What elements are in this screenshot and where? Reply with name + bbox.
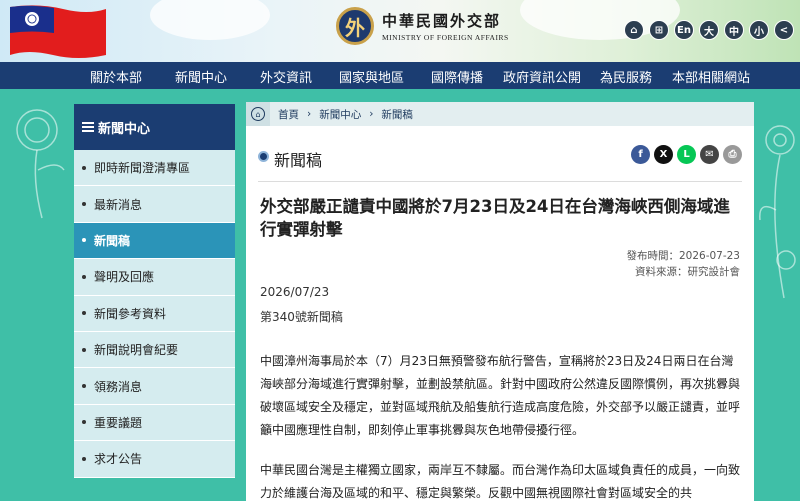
- bullet-icon: [82, 274, 86, 279]
- sidebar: 新聞中心 即時新聞澄清專區 最新消息 新聞稿 聲明及回應 新聞參考資料 新聞說明…: [74, 104, 235, 478]
- roc-flag-icon: [10, 5, 106, 58]
- site-header: 外 中華民國外交部 MINISTRY OF FOREIGN AFFAIRS ⌂ …: [0, 0, 800, 62]
- breadcrumb-news-center[interactable]: 新聞中心: [319, 107, 361, 122]
- sidebar-item-label: 求才公告: [94, 452, 143, 467]
- main-content: ⌂ 首頁 › 新聞中心 › 新聞稿 新聞稿 f X L ✉ ⎙ 外交部嚴正譴責中…: [246, 102, 754, 501]
- sidebar-item-label: 領務消息: [94, 379, 143, 394]
- breadcrumb-press-release[interactable]: 新聞稿: [381, 107, 413, 122]
- breadcrumb: ⌂ 首頁 › 新聞中心 › 新聞稿: [246, 102, 754, 126]
- sitemap-icon[interactable]: ⊞: [649, 20, 669, 40]
- bullet-icon: [82, 238, 86, 243]
- bullet-icon: [82, 456, 86, 461]
- article-headline: 外交部嚴正譴責中國將於7月23日及24日在台灣海峽西側海域進行實彈射擊: [260, 197, 730, 239]
- sidebar-item-clarification[interactable]: 即時新聞澄清專區: [74, 150, 235, 187]
- line-icon[interactable]: L: [677, 145, 696, 164]
- nav-item-about[interactable]: 關於本部: [90, 67, 142, 86]
- font-large-icon[interactable]: 大: [699, 20, 719, 40]
- font-medium-icon[interactable]: 中: [724, 20, 744, 40]
- sidebar-item-label: 重要議題: [94, 415, 143, 430]
- mofa-seal-icon: 外: [336, 7, 374, 45]
- bullet-icon: [82, 384, 86, 389]
- site-logo[interactable]: 外 中華民國外交部 MINISTRY OF FOREIGN AFFAIRS: [336, 7, 509, 45]
- x-icon[interactable]: X: [654, 145, 673, 164]
- nav-item-gov-info[interactable]: 政府資訊公開: [503, 67, 581, 86]
- sidebar-item-label: 新聞稿: [94, 233, 131, 248]
- sidebar-header: 新聞中心: [74, 104, 235, 150]
- language-icon[interactable]: En: [674, 20, 694, 40]
- main-nav: 關於本部 新聞中心 外交資訊 國家與地區 國際傳播 政府資訊公開 為民服務 本部…: [0, 62, 800, 89]
- sidebar-item-jobs[interactable]: 求才公告: [74, 441, 235, 478]
- sidebar-item-label: 新聞參考資料: [94, 306, 167, 321]
- print-icon[interactable]: ⎙: [723, 145, 742, 164]
- sidebar-item-label: 新聞說明會紀要: [94, 343, 179, 358]
- share-buttons: f X L ✉ ⎙: [631, 145, 742, 164]
- nav-item-services[interactable]: 為民服務: [600, 67, 652, 86]
- article-date: 2026/07/23: [260, 285, 330, 299]
- nav-item-broadcast[interactable]: 國際傳播: [431, 67, 483, 86]
- nav-item-countries[interactable]: 國家與地區: [339, 67, 404, 86]
- facebook-icon[interactable]: f: [631, 145, 650, 164]
- cloud-decoration: [150, 0, 270, 40]
- publish-time: 發布時間：2026-07-23: [626, 250, 740, 262]
- header-toolbar: ⌂ ⊞ En 大 中 小 <: [624, 20, 794, 40]
- nav-item-foreign-info[interactable]: 外交資訊: [260, 67, 312, 86]
- sidebar-item-consular[interactable]: 領務消息: [74, 368, 235, 405]
- press-release-number: 第340號新聞稿: [260, 310, 343, 324]
- sidebar-item-label: 最新消息: [94, 197, 143, 212]
- share-icon[interactable]: <: [774, 20, 794, 40]
- article-paragraph: 中國漳州海事局於本（7）月23日無預警發布航行警告，宣稱將於23日及24日兩日在…: [260, 354, 741, 437]
- chevron-right-icon: ›: [369, 108, 374, 120]
- sidebar-item-label: 聲明及回應: [94, 270, 155, 285]
- email-icon[interactable]: ✉: [700, 145, 719, 164]
- home-icon[interactable]: ⌂: [624, 20, 644, 40]
- title-bullet-icon: [258, 151, 269, 162]
- sidebar-item-issues[interactable]: 重要議題: [74, 404, 235, 442]
- chevron-right-icon: ›: [307, 108, 312, 120]
- bullet-icon: [82, 347, 86, 352]
- breadcrumb-home[interactable]: 首頁: [278, 107, 299, 122]
- sidebar-item-latest-news[interactable]: 最新消息: [74, 186, 235, 223]
- flower-decoration: [759, 125, 796, 299]
- nav-item-related-sites[interactable]: 本部相關網站: [672, 67, 750, 86]
- font-small-icon[interactable]: 小: [749, 20, 769, 40]
- section-title-row: 新聞稿 f X L ✉ ⎙: [258, 126, 742, 182]
- article-source: 資料來源：研究設計會: [635, 266, 740, 278]
- bullet-icon: [82, 202, 86, 207]
- nav-item-news[interactable]: 新聞中心: [175, 67, 227, 86]
- logo-subtitle: MINISTRY OF FOREIGN AFFAIRS: [382, 33, 509, 42]
- logo-title: 中華民國外交部: [382, 12, 502, 30]
- section-title: 新聞稿: [274, 151, 323, 170]
- flower-decoration: [16, 109, 65, 219]
- bullet-icon: [82, 311, 86, 316]
- menu-icon: [82, 120, 94, 134]
- sidebar-item-statements[interactable]: 聲明及回應: [74, 259, 235, 296]
- sidebar-item-label: 即時新聞澄清專區: [94, 161, 191, 176]
- sidebar-item-briefings[interactable]: 新聞說明會紀要: [74, 331, 235, 369]
- article-paragraph: 中華民國台灣是主權獨立國家，兩岸互不隸屬。而台灣作為印太區域負責任的成員，一向致…: [260, 463, 741, 500]
- sidebar-item-reference[interactable]: 新聞參考資料: [74, 295, 235, 332]
- bullet-icon: [82, 165, 86, 170]
- bullet-icon: [82, 420, 86, 425]
- home-icon[interactable]: ⌂: [246, 102, 270, 126]
- article-meta: 發布時間：2026-07-23 資料來源：研究設計會: [626, 248, 740, 280]
- sidebar-item-press-releases[interactable]: 新聞稿: [74, 222, 235, 260]
- sidebar-title: 新聞中心: [98, 121, 151, 137]
